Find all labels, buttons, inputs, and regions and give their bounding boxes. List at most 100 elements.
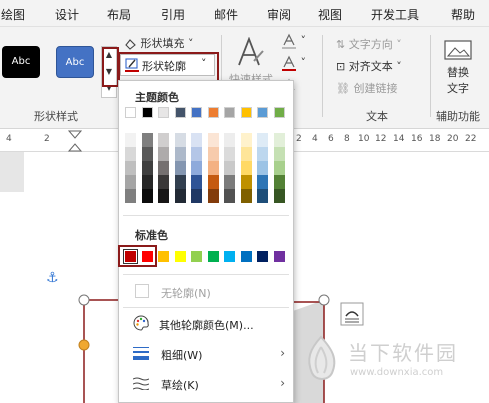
theme-shade-swatch[interactable]	[174, 133, 186, 147]
theme-shade-swatch[interactable]	[174, 175, 186, 189]
theme-color-swatch[interactable]	[224, 107, 235, 118]
theme-shade-swatch[interactable]	[125, 147, 136, 161]
theme-color-swatch[interactable]	[158, 107, 169, 118]
theme-shade-swatch[interactable]	[191, 147, 202, 161]
theme-shade-swatch[interactable]	[273, 161, 285, 175]
standard-color-swatch[interactable]	[207, 251, 219, 262]
shape-fill-button[interactable]: 形状填充 ˅	[124, 35, 194, 51]
standard-color-swatch[interactable]	[273, 251, 285, 262]
theme-shade-swatch[interactable]	[191, 133, 202, 147]
theme-shade-swatch[interactable]	[224, 133, 235, 147]
theme-shade-swatch[interactable]	[207, 189, 219, 203]
theme-color-swatch[interactable]	[240, 107, 252, 118]
theme-shade-swatch[interactable]	[125, 161, 136, 175]
theme-shade-swatch[interactable]	[125, 175, 136, 189]
text-outline-icon	[282, 55, 296, 71]
tab-view[interactable]: 视图	[318, 6, 342, 23]
theme-color-swatch[interactable]	[141, 107, 153, 118]
standard-color-swatch[interactable]	[257, 251, 268, 262]
theme-color-swatch[interactable]	[257, 107, 268, 118]
theme-shade-swatch[interactable]	[158, 147, 169, 161]
theme-shade-swatch[interactable]	[240, 175, 252, 189]
highlight-dark-red	[118, 245, 157, 267]
theme-shade-swatch[interactable]	[125, 189, 136, 203]
standard-colors-heading: 标准色	[135, 229, 168, 242]
chevron-down-icon: ˅	[396, 38, 402, 51]
create-link-button[interactable]: ⛓ 创建链接	[336, 80, 397, 96]
sketch-item[interactable]: 草绘(K) ›	[119, 371, 293, 397]
text-fill-button[interactable]: ˅	[281, 33, 306, 49]
theme-shade-swatch[interactable]	[257, 189, 268, 203]
theme-shade-swatch[interactable]	[257, 147, 268, 161]
theme-shade-swatch[interactable]	[141, 147, 153, 161]
theme-shade-swatch[interactable]	[224, 189, 235, 203]
theme-shade-swatch[interactable]	[174, 147, 186, 161]
theme-color-swatch[interactable]	[273, 107, 285, 118]
tab-help[interactable]: 帮助	[451, 6, 475, 23]
text-outline-button[interactable]: ˅	[281, 55, 306, 71]
wordart-quick-styles-button[interactable]	[236, 37, 264, 67]
theme-shade-swatch[interactable]	[141, 133, 153, 147]
theme-shade-swatch[interactable]	[191, 161, 202, 175]
weight-item[interactable]: 粗细(W) ›	[119, 341, 293, 367]
theme-shade-swatch[interactable]	[174, 189, 186, 203]
no-outline-item[interactable]: 无轮廓(N)	[119, 279, 293, 305]
theme-color-swatch[interactable]	[174, 107, 186, 118]
theme-shade-swatch[interactable]	[207, 175, 219, 189]
theme-shade-swatch[interactable]	[141, 175, 153, 189]
theme-shade-swatch[interactable]	[207, 147, 219, 161]
theme-shade-swatch[interactable]	[191, 175, 202, 189]
tab-references[interactable]: 引用	[161, 6, 185, 23]
tab-layout[interactable]: 布局	[107, 6, 131, 23]
more-outline-colors-item[interactable]: 其他轮廓颜色(M)...	[119, 311, 293, 337]
ruler-number: 4	[312, 134, 318, 144]
align-text-button[interactable]: ⊡ 对齐文本 ˅	[336, 58, 402, 74]
standard-color-swatch[interactable]	[191, 251, 202, 262]
theme-shade-swatch[interactable]	[257, 133, 268, 147]
standard-color-swatch[interactable]	[158, 251, 169, 262]
theme-shade-swatch[interactable]	[257, 161, 268, 175]
theme-shade-swatch[interactable]	[224, 175, 235, 189]
highlight-shape-outline	[118, 52, 219, 82]
standard-color-swatch[interactable]	[174, 251, 186, 262]
theme-shade-swatch[interactable]	[240, 189, 252, 203]
anchor-icon[interactable]: ⚓	[46, 270, 59, 286]
theme-shade-swatch[interactable]	[125, 133, 136, 147]
tab-review[interactable]: 审阅	[267, 6, 291, 23]
theme-shade-swatch[interactable]	[207, 161, 219, 175]
theme-shade-swatch[interactable]	[240, 147, 252, 161]
theme-shade-swatch[interactable]	[141, 161, 153, 175]
tab-developer[interactable]: 开发工具	[371, 6, 419, 23]
standard-color-swatch[interactable]	[224, 251, 235, 262]
layout-options-icon[interactable]	[340, 302, 364, 326]
theme-shade-swatch[interactable]	[207, 133, 219, 147]
standard-color-swatch[interactable]	[240, 251, 252, 262]
theme-shade-swatch[interactable]	[240, 133, 252, 147]
theme-shade-swatch[interactable]	[158, 161, 169, 175]
theme-shade-swatch[interactable]	[273, 133, 285, 147]
theme-shade-swatch[interactable]	[158, 175, 169, 189]
theme-shade-swatch[interactable]	[224, 161, 235, 175]
shape-style-dark[interactable]: Abc	[2, 46, 40, 78]
theme-shade-swatch[interactable]	[273, 189, 285, 203]
indent-marker-icon[interactable]	[68, 130, 82, 152]
tab-mailings[interactable]: 邮件	[214, 6, 238, 23]
theme-shade-swatch[interactable]	[240, 161, 252, 175]
theme-shade-swatch[interactable]	[273, 147, 285, 161]
tab-design[interactable]: 设计	[55, 6, 79, 23]
theme-shade-swatch[interactable]	[141, 189, 153, 203]
theme-shade-swatch[interactable]	[224, 147, 235, 161]
theme-shade-swatch[interactable]	[273, 175, 285, 189]
shape-style-blue[interactable]: Abc	[56, 46, 94, 78]
theme-shade-swatch[interactable]	[191, 189, 202, 203]
theme-shade-swatch[interactable]	[158, 189, 169, 203]
theme-shade-swatch[interactable]	[158, 133, 169, 147]
theme-shade-swatch[interactable]	[174, 161, 186, 175]
theme-color-swatch[interactable]	[207, 107, 219, 118]
theme-color-swatch[interactable]	[125, 107, 136, 118]
theme-shade-swatch[interactable]	[257, 175, 268, 189]
tab-draw[interactable]: 绘图	[1, 6, 25, 23]
theme-color-swatch[interactable]	[191, 107, 202, 118]
alt-text-button[interactable]: 替换 文字	[443, 39, 473, 96]
text-direction-button[interactable]: ⇅ 文字方向 ˅	[336, 36, 402, 52]
